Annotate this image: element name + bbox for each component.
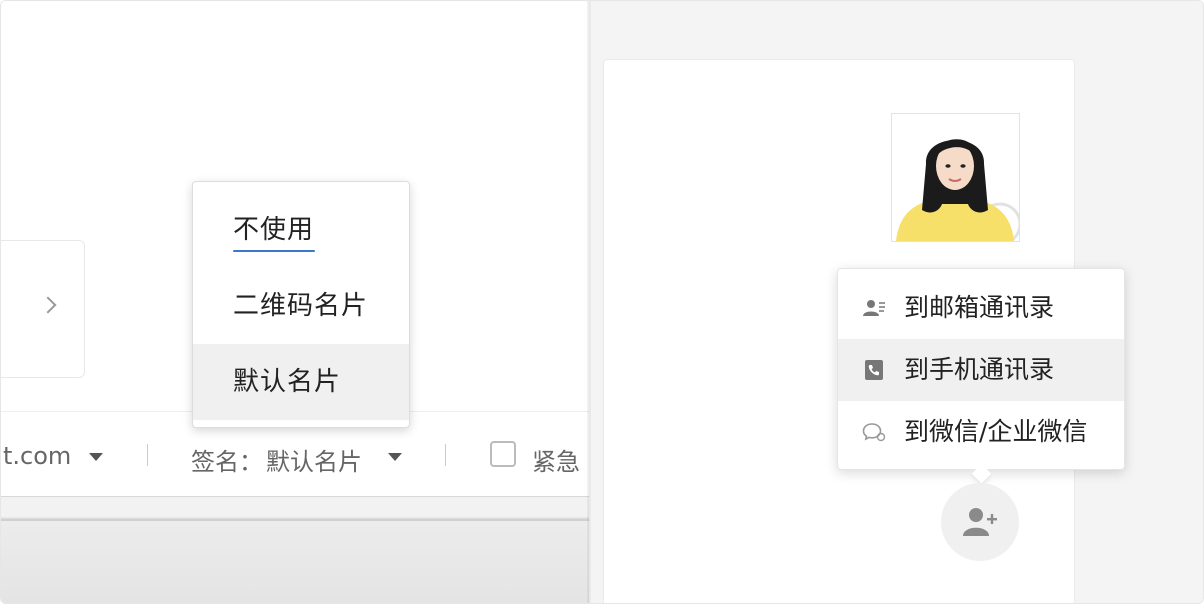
signature-option-none[interactable]: 不使用: [193, 192, 409, 268]
portrait-illustration: [892, 114, 1019, 241]
sender-address[interactable]: t.com: [3, 442, 71, 470]
wechat-icon: [862, 423, 886, 442]
urgent-checkbox[interactable]: [490, 441, 516, 467]
screenshot-frame: t.com 签名： 默认名片 紧急 不使用 二维码名片 默认名片 到邮箱通讯录 …: [0, 0, 1204, 604]
menu-item-label: 到手机通讯录: [904, 355, 1055, 384]
chevron-right-icon[interactable]: [39, 296, 57, 314]
contact-photo: [891, 113, 1020, 242]
compose-panel: t.com 签名： 默认名片 紧急 不使用 二维码名片 默认名片: [1, 1, 589, 603]
urgent-label: 紧急: [532, 448, 580, 476]
save-to-mail-contacts[interactable]: 到邮箱通讯录: [838, 277, 1124, 339]
add-person-icon: [963, 508, 997, 536]
signature-dropdown-menu: 不使用 二维码名片 默认名片: [192, 181, 410, 428]
toolbar-separator: [147, 444, 148, 466]
contact-card-icon: [863, 300, 885, 316]
signature-option-default[interactable]: 默认名片: [193, 344, 409, 420]
save-to-wechat[interactable]: 到微信/企业微信: [838, 401, 1124, 463]
compose-footer-area: [1, 497, 589, 603]
add-contact-button[interactable]: [941, 483, 1019, 561]
signature-label: 签名：: [191, 448, 263, 476]
signature-option-label: 二维码名片: [233, 291, 369, 321]
business-card-panel: 到邮箱通讯录 到手机通讯录 到微信/企业微信: [591, 1, 1203, 603]
save-to-phone-contacts[interactable]: 到手机通讯录: [838, 339, 1124, 401]
signature-option-label: 默认名片: [233, 367, 342, 397]
attachment-nav-card[interactable]: [1, 240, 85, 378]
signature-dropdown-caret-icon[interactable]: [388, 453, 402, 461]
signature-value[interactable]: 默认名片: [266, 442, 362, 477]
signature-option-qrcode[interactable]: 二维码名片: [193, 268, 409, 344]
save-contact-menu: 到邮箱通讯录 到手机通讯录 到微信/企业微信: [837, 268, 1125, 486]
footer-divider: [1, 519, 589, 521]
phone-icon: [865, 360, 883, 380]
menu-item-label: 到微信/企业微信: [904, 417, 1088, 446]
sender-dropdown-caret-icon[interactable]: [89, 453, 103, 461]
menu-item-label: 到邮箱通讯录: [904, 293, 1055, 322]
spellcheck-underline: [233, 250, 315, 252]
toolbar-separator: [445, 444, 446, 466]
signature-option-label: 不使用: [233, 215, 315, 245]
